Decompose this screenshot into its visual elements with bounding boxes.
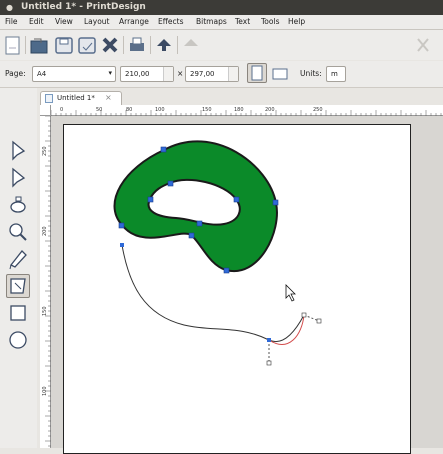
units-label: Units: — [300, 69, 322, 78]
multiply-icon: × — [177, 69, 184, 78]
hruler-tick-label: 0 — [60, 107, 63, 113]
fleur-icon[interactable] — [6, 220, 30, 244]
hruler-tick-label: 180 — [234, 107, 244, 113]
cursor-pointer-icon — [285, 284, 296, 302]
curve-node[interactable] — [120, 243, 124, 247]
hruler-tick-label: 200 — [265, 107, 275, 113]
hruler-tick-label: 100 — [155, 107, 165, 113]
property-bar: Page: A4 ▾ 210,00 × 297,00 Units: m — [0, 61, 443, 88]
drawing-svg — [113, 140, 322, 366]
landscape-icon[interactable] — [271, 64, 289, 82]
vruler-tick-label: 200 — [42, 226, 48, 236]
bezier-icon[interactable] — [6, 247, 30, 271]
chevron-down-icon: ▾ — [108, 69, 112, 77]
open-icon[interactable] — [28, 34, 50, 56]
zoom-icon[interactable] — [6, 193, 30, 217]
tab-untitled-1[interactable]: Untitled 1* × — [40, 91, 122, 105]
vruler-tick-label: 150 — [42, 306, 48, 316]
save-as-icon[interactable] — [76, 34, 98, 56]
vruler-tick-label: 100 — [42, 386, 48, 396]
print-icon[interactable] — [126, 34, 148, 56]
toolbar-separator — [177, 36, 178, 54]
document-area: Untitled 1* × 0 50 80 100 150 180 200 25… — [0, 88, 443, 454]
green-shape[interactable] — [113, 140, 278, 273]
shape-node[interactable] — [196, 220, 203, 227]
width-spinner[interactable] — [163, 67, 173, 81]
horizontal-ruler-ticks: 0 50 80 100 150 180 200 250 — [50, 107, 442, 116]
page-height-field[interactable]: 297,00 — [185, 66, 239, 82]
page-height-value: 297,00 — [190, 70, 215, 78]
page-label: Page: — [5, 69, 26, 78]
vruler-tick-label: 250 — [42, 146, 48, 156]
curve-node[interactable] — [301, 312, 307, 318]
node-edit-icon[interactable] — [6, 166, 30, 190]
height-spinner[interactable] — [228, 67, 238, 81]
control-point[interactable] — [316, 318, 322, 324]
horizontal-ruler[interactable]: 0 50 80 100 150 180 200 250 — [50, 105, 443, 116]
toolbar-separator — [25, 36, 26, 54]
shape-node[interactable] — [167, 180, 174, 187]
menu-text[interactable]: Text — [235, 17, 250, 26]
window-menu-icon[interactable]: ● — [6, 3, 13, 12]
close-icon[interactable] — [99, 34, 121, 56]
document-page[interactable] — [63, 124, 411, 454]
save-icon[interactable] — [53, 34, 75, 56]
menu-tools[interactable]: Tools — [261, 17, 279, 26]
page-width-value: 210,00 — [125, 70, 150, 78]
ellipse-icon[interactable] — [6, 328, 30, 352]
toolbar-separator — [150, 36, 151, 54]
shape-node[interactable] — [118, 222, 125, 229]
shape-node[interactable] — [147, 196, 154, 203]
vertical-ruler[interactable]: 250 200 150 100 — [40, 115, 51, 448]
menu-bar: File Edit View Layout Arrange Effects Bi… — [0, 15, 443, 30]
new-icon[interactable] — [2, 34, 24, 56]
document-icon — [45, 94, 53, 103]
portrait-icon[interactable] — [247, 63, 267, 83]
toolbox — [0, 88, 37, 448]
tab-close-icon[interactable]: × — [105, 93, 112, 102]
tab-label: Untitled 1* — [57, 94, 95, 102]
units-value: m — [331, 70, 338, 78]
menu-help[interactable]: Help — [288, 17, 305, 26]
main-toolbar — [0, 30, 443, 60]
hruler-tick-label: 250 — [313, 107, 323, 113]
menu-file[interactable]: File — [5, 17, 18, 26]
menu-edit[interactable]: Edit — [29, 17, 44, 26]
title-bar: ● Untitled 1* - PrintDesign — [0, 0, 443, 15]
polygon-icon[interactable] — [6, 274, 30, 298]
curve-node[interactable] — [267, 338, 271, 342]
page-size-value: A4 — [37, 70, 47, 78]
toolbar-separator — [123, 36, 124, 54]
page-width-field[interactable]: 210,00 — [120, 66, 174, 82]
menu-view[interactable]: View — [55, 17, 73, 26]
units-select[interactable]: m — [326, 66, 346, 82]
hruler-tick-label: 80 — [126, 107, 132, 113]
rectangle-icon[interactable] — [6, 301, 30, 325]
cut-icon[interactable] — [412, 34, 434, 56]
control-point[interactable] — [266, 360, 272, 366]
bezier-red-segment[interactable] — [268, 314, 305, 345]
shape-node[interactable] — [160, 146, 167, 153]
redo-icon[interactable] — [180, 34, 202, 56]
menu-layout[interactable]: Layout — [84, 17, 110, 26]
menu-bitmaps[interactable]: Bitmaps — [196, 17, 227, 26]
shape-node[interactable] — [223, 267, 230, 274]
drawing-canvas[interactable] — [51, 116, 443, 454]
ruler-corner[interactable] — [40, 105, 51, 116]
hruler-tick-label: 50 — [96, 107, 102, 113]
undo-icon[interactable] — [153, 34, 175, 56]
vertical-ruler-ticks: 250 200 150 100 — [42, 115, 51, 447]
shape-node[interactable] — [233, 196, 240, 203]
menu-effects[interactable]: Effects — [158, 17, 184, 26]
shape-node[interactable] — [272, 199, 279, 206]
window-title: Untitled 1* - PrintDesign — [21, 2, 146, 12]
page-size-select[interactable]: A4 ▾ — [32, 66, 116, 82]
shape-node[interactable] — [188, 232, 195, 239]
select-icon[interactable] — [6, 139, 30, 163]
hruler-tick-label: 150 — [202, 107, 212, 113]
menu-arrange[interactable]: Arrange — [119, 17, 149, 26]
